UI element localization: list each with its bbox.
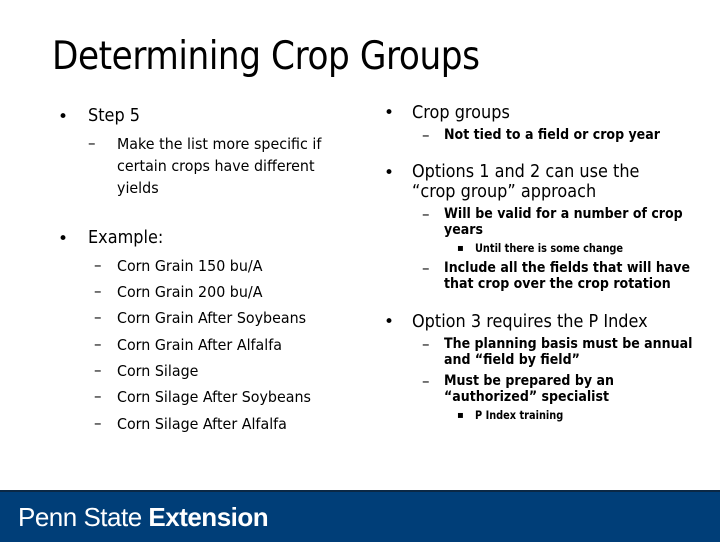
step-detail-line-2: certain crops have different — [117, 157, 315, 175]
list-item: Corn Silage — [117, 362, 199, 380]
footer-band: Penn State Extension — [0, 490, 720, 542]
list-item: Corn Grain After Alfalfa — [117, 336, 283, 354]
bullet-icon: • — [58, 107, 69, 127]
option3-detail-2-line-1: Must be prepared by an — [444, 373, 614, 389]
dash-icon: – — [88, 134, 96, 152]
dash-icon: – — [94, 414, 102, 432]
list-item: Corn Grain After Soybeans — [117, 309, 307, 327]
square-bullet-icon: ▪ — [457, 410, 464, 421]
bullet-icon: • — [58, 229, 69, 249]
dash-icon: – — [422, 126, 430, 144]
dash-icon: – — [422, 372, 430, 390]
dash-icon: – — [422, 259, 430, 277]
brand-name: Penn State — [18, 502, 149, 532]
step-detail-line-1: Make the list more specific if — [117, 135, 322, 153]
options-detail-2-line-2: that crop over the crop rotation — [444, 276, 671, 292]
option3-detail-1-line-1: The planning basis must be annual — [444, 336, 693, 352]
brand-logo: Penn State Extension — [18, 502, 269, 533]
brand-extension: Extension — [148, 502, 269, 532]
dash-icon: – — [94, 387, 102, 405]
dash-icon: – — [94, 361, 102, 379]
option3-detail-2-child: P Index training — [475, 408, 564, 422]
list-item: Corn Silage After Alfalfa — [117, 415, 287, 433]
crop-groups-label: Crop groups — [412, 103, 510, 123]
bullet-icon: • — [384, 312, 395, 332]
step-detail-line-3: yields — [117, 179, 159, 197]
bullet-icon: • — [384, 103, 395, 123]
dash-icon: – — [94, 256, 102, 274]
list-item: Corn Grain 150 bu/A — [117, 257, 263, 275]
option3-detail-2-line-2: “authorized” specialist — [444, 389, 610, 405]
slide-title: Determining Crop Groups — [52, 34, 480, 79]
options-detail-1-line-1: Will be valid for a number of crop — [444, 206, 683, 222]
options-detail-1-line-2: years — [444, 222, 483, 238]
crop-groups-detail: Not tied to a field or crop year — [444, 127, 660, 143]
example-label: Example: — [88, 228, 164, 248]
dash-icon: – — [94, 335, 102, 353]
dash-icon: – — [94, 308, 102, 326]
option3-label: Option 3 requires the P Index — [412, 312, 648, 332]
dash-icon: – — [422, 335, 430, 353]
option3-detail-1-line-2: and “field by field” — [444, 352, 580, 368]
square-bullet-icon: ▪ — [457, 243, 464, 254]
options-detail-1-child: Until there is some change — [475, 241, 624, 255]
bullet-icon: • — [384, 163, 395, 183]
options-label-line-1: Options 1 and 2 can use the — [412, 162, 640, 182]
list-item: Corn Silage After Soybeans — [117, 388, 311, 406]
options-label-line-2: “crop group” approach — [412, 182, 597, 202]
dash-icon: – — [94, 282, 102, 300]
dash-icon: – — [422, 205, 430, 223]
step-label: Step 5 — [88, 106, 141, 126]
options-detail-2-line-1: Include all the fields that will have — [444, 260, 691, 276]
list-item: Corn Grain 200 bu/A — [117, 283, 263, 301]
